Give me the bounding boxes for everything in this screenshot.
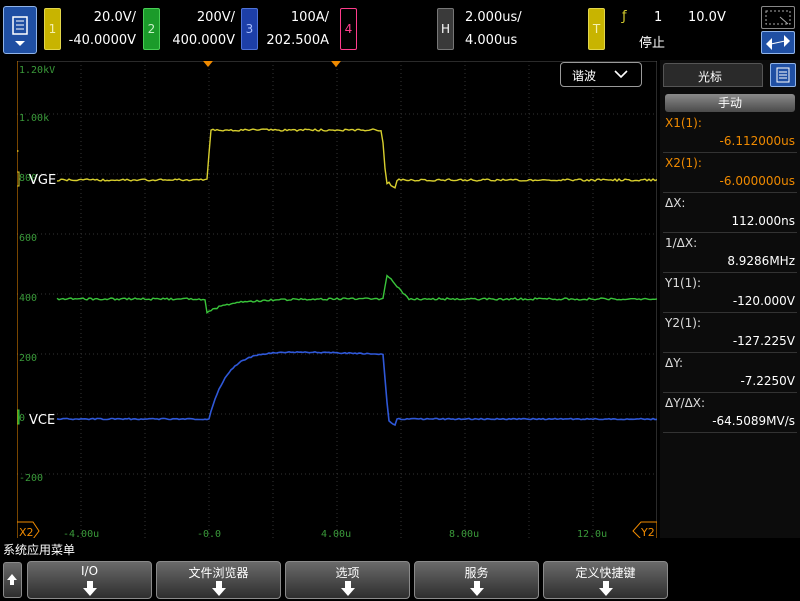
y-grid-label: 1.20kV bbox=[19, 65, 55, 76]
cursor-readout-value: -6.112000us bbox=[665, 134, 795, 148]
cursor-readout-value: -120.000V bbox=[665, 294, 795, 308]
ch2-badge[interactable]: 2 bbox=[143, 8, 160, 50]
ch3-scale: 100A/ bbox=[261, 10, 329, 25]
horizontal-position: 4.000us bbox=[465, 33, 517, 48]
chevron-down-icon bbox=[613, 69, 629, 81]
down-arrow-icon bbox=[83, 588, 97, 596]
down-arrow-icon bbox=[599, 588, 613, 596]
cursor-readout-value: -127.225V bbox=[665, 334, 795, 348]
ch3-offset: 202.500A bbox=[261, 33, 329, 48]
cursor-mode-button[interactable]: 手动 bbox=[665, 94, 795, 112]
panel-divider bbox=[663, 352, 797, 353]
cursor-readout-label: X2(1): bbox=[665, 156, 795, 170]
softkey-label: 定义快捷键 bbox=[544, 562, 667, 581]
menu-icon bbox=[4, 7, 36, 53]
ch2-offset: 400.000V bbox=[163, 33, 235, 48]
down-arrow-icon bbox=[341, 588, 355, 596]
y-grid-label: 600 bbox=[19, 233, 37, 244]
cursor-readout-value: 8.9286MHz bbox=[665, 254, 795, 268]
zoom-region-icon bbox=[762, 7, 794, 28]
cursor-readout-label: Y2(1): bbox=[665, 316, 795, 330]
cursor-readout-value: 112.000ns bbox=[665, 214, 795, 228]
panel-divider bbox=[663, 312, 797, 313]
panel-divider bbox=[663, 392, 797, 393]
ch1-badge[interactable]: 1 bbox=[44, 8, 61, 50]
cursor-readout-label: ΔY: bbox=[665, 356, 795, 370]
trigger-slope-icon: ƒ bbox=[622, 9, 627, 24]
panel-divider bbox=[663, 152, 797, 153]
acquisition-mode-dropdown[interactable]: 谐波 bbox=[560, 62, 642, 87]
trigger-level: 10.0V bbox=[688, 10, 726, 25]
panel-divider bbox=[663, 432, 797, 433]
ch1-offset: -40.0000V bbox=[64, 33, 136, 48]
trigger-badge[interactable]: T bbox=[588, 8, 605, 50]
run-status: 停止 bbox=[639, 32, 665, 51]
touch-gesture-icon bbox=[762, 32, 794, 53]
ch3-badge[interactable]: 3 bbox=[241, 8, 258, 50]
cursor-readout-value: -64.5089MV/s bbox=[665, 414, 795, 428]
softkey-bar: 系统应用菜单 I/O 文件浏览器 选项 服务 定义快捷键 bbox=[0, 538, 800, 600]
zoom-region-button[interactable] bbox=[761, 6, 795, 29]
softkey-label: 文件浏览器 bbox=[157, 562, 280, 581]
y-grid-label: 200 bbox=[19, 353, 37, 364]
ch4-badge[interactable]: 4 bbox=[340, 8, 357, 50]
horizontal-badge[interactable]: H bbox=[437, 8, 454, 50]
cursor-readout-label: 1/ΔX: bbox=[665, 236, 795, 250]
panel-divider bbox=[663, 192, 797, 193]
cursor-readout-label: ΔY/ΔX: bbox=[665, 396, 795, 410]
waveform-display[interactable]: 1.20kV1.00k8006004002000-200 -4.00u -0.0 4… bbox=[17, 61, 657, 539]
y-grid-label: 400 bbox=[19, 293, 37, 304]
softkey-2[interactable]: 文件浏览器 bbox=[156, 561, 281, 599]
cursor-panel-tab[interactable]: 光标 bbox=[663, 63, 763, 87]
y-grid-label: 0 bbox=[19, 413, 25, 424]
vge-label: VGE bbox=[29, 173, 56, 188]
softkey-label: 服务 bbox=[415, 562, 538, 581]
panel-menu-icon bbox=[771, 64, 795, 86]
horizontal-scale: 2.000us/ bbox=[465, 10, 522, 25]
cursor-panel: 光标 手动 X1(1): -6.112000us X2(1): -6.000000us… bbox=[660, 60, 800, 538]
softkey-5[interactable]: 定义快捷键 bbox=[543, 561, 668, 599]
y-grid-label: -200 bbox=[19, 473, 43, 484]
cursor-readout-label: X1(1): bbox=[665, 116, 795, 130]
cursor-panel-title: 光标 bbox=[698, 68, 722, 85]
back-button[interactable] bbox=[3, 562, 22, 598]
softkey-menu-title: 系统应用菜单 bbox=[3, 541, 75, 558]
panel-divider bbox=[663, 232, 797, 233]
y-grid-label: 1.00k bbox=[19, 113, 49, 124]
main-menu-button[interactable] bbox=[3, 6, 37, 54]
softkey-label: 选项 bbox=[286, 562, 409, 581]
softkey-label: I/O bbox=[28, 562, 151, 578]
softkey-4[interactable]: 服务 bbox=[414, 561, 539, 599]
cursor-readout-label: ΔX: bbox=[665, 196, 795, 210]
up-arrow-icon bbox=[4, 563, 21, 597]
touch-mode-button[interactable] bbox=[761, 31, 795, 54]
cursor-readout-value: -6.000000us bbox=[665, 174, 795, 188]
softkey-1[interactable]: I/O bbox=[27, 561, 152, 599]
cursor-readout-label: Y1(1): bbox=[665, 276, 795, 290]
softkey-3[interactable]: 选项 bbox=[285, 561, 410, 599]
down-arrow-icon bbox=[470, 588, 484, 596]
ch2-scale: 200V/ bbox=[163, 10, 235, 25]
down-arrow-icon bbox=[212, 588, 226, 596]
trigger-source: 1 bbox=[654, 10, 662, 25]
status-bar: 1 20.0V/ -40.0000V 2 200V/ 400.000V 3 10… bbox=[0, 0, 800, 60]
vce-label: VCE bbox=[29, 413, 55, 428]
acquisition-mode-label: 谐波 bbox=[572, 67, 596, 84]
panel-divider bbox=[663, 272, 797, 273]
panel-menu-button[interactable] bbox=[770, 63, 796, 87]
ch1-scale: 20.0V/ bbox=[64, 10, 136, 25]
cursor-readout-value: -7.2250V bbox=[665, 374, 795, 388]
